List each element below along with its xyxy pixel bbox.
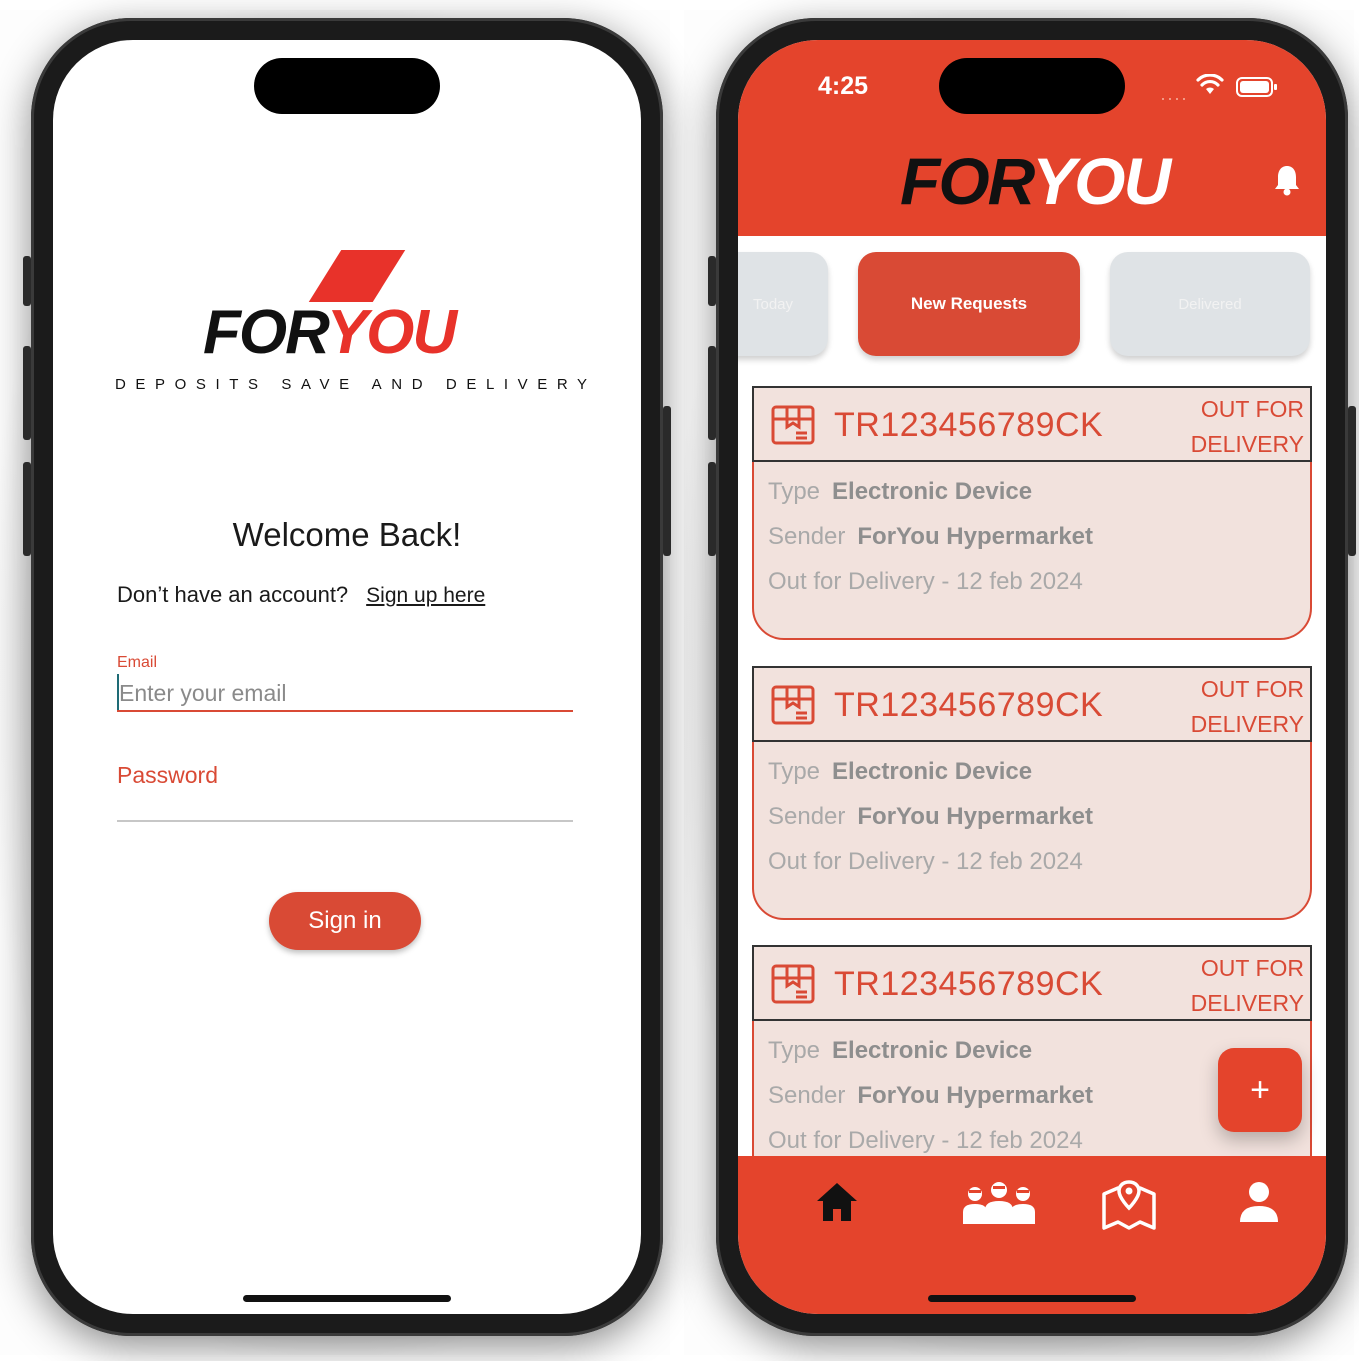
wifi-icon	[1196, 74, 1224, 94]
battery-icon	[1236, 77, 1277, 97]
delivery-date: Out for Delivery - 12 feb 2024	[768, 848, 1083, 875]
logo-wordmark: FORYOU	[203, 302, 457, 364]
bell-icon[interactable]	[1273, 164, 1301, 196]
dashboard-screen: 4:25 ···· FORYOU Today New Requests Deli…	[738, 40, 1326, 1314]
logo-tagline: DEPOSITS SAVE AND DELIVERY	[115, 376, 597, 393]
header-logo-for: FOR	[900, 144, 1034, 218]
shipment-status: OUT FOR DELIVERY	[1191, 672, 1304, 742]
email-input[interactable]	[117, 676, 573, 712]
action-button	[708, 256, 716, 306]
welcome-heading: Welcome Back!	[232, 516, 462, 553]
type-row: Type Electronic Device	[768, 1037, 1032, 1065]
logo-part-you: YOU	[326, 298, 457, 367]
no-account-text: Don’t have an account?	[117, 582, 349, 607]
header-logo-you: YOU	[1032, 144, 1171, 218]
sender-row: Sender ForYou Hypermarket	[768, 523, 1093, 551]
password-label: Password	[117, 762, 218, 788]
volume-up-button	[23, 346, 31, 440]
team-icon[interactable]	[960, 1180, 1038, 1226]
status-line-1: OUT FOR	[1200, 396, 1304, 422]
sender-label: Sender	[768, 523, 846, 550]
phone-dashboard: 4:25 ···· FORYOU Today New Requests Deli…	[708, 18, 1356, 1336]
type-row: Type Electronic Device	[768, 758, 1032, 786]
home-indicator[interactable]	[243, 1295, 451, 1302]
logo-parallelogram-icon	[308, 250, 406, 302]
profile-icon[interactable]	[1238, 1180, 1280, 1224]
status-line-2: DELIVERY	[1190, 711, 1304, 737]
dynamic-island	[939, 58, 1125, 114]
sender-value: ForYou Hypermarket	[857, 803, 1094, 830]
sender-value: ForYou Hypermarket	[857, 523, 1094, 550]
sender-label: Sender	[768, 1082, 846, 1109]
dynamic-island	[254, 58, 440, 114]
logo-part-for: FOR	[203, 298, 329, 367]
power-button	[1348, 406, 1356, 556]
shipment-card-header: TR123456789CK OUT FOR DELIVERY	[752, 666, 1312, 742]
home-indicator[interactable]	[928, 1295, 1136, 1302]
volume-up-button	[708, 346, 716, 440]
status-line-2: DELIVERY	[1190, 431, 1304, 457]
signup-link[interactable]: Sign up here	[366, 584, 485, 607]
app-header: 4:25 ···· FORYOU	[738, 40, 1326, 236]
email-label: Email	[117, 654, 158, 671]
sender-row: Sender ForYou Hypermarket	[768, 1082, 1093, 1110]
status-time: 4:25	[818, 72, 869, 100]
shipment-status: OUT FOR DELIVERY	[1191, 951, 1304, 1021]
add-shipment-button[interactable]: +	[1218, 1048, 1302, 1132]
type-label: Type	[768, 758, 821, 785]
shipment-card-header: TR123456789CK OUT FOR DELIVERY	[752, 945, 1312, 1021]
delivery-date: Out for Delivery - 12 feb 2024	[768, 568, 1083, 595]
type-label: Type	[768, 478, 821, 505]
volume-down-button	[23, 462, 31, 556]
tracking-number: TR123456789CK	[834, 965, 1104, 1003]
shipment-card[interactable]: TR123456789CK OUT FOR DELIVERY Type Electr…	[752, 666, 1312, 920]
sender-row: Sender ForYou Hypermarket	[768, 803, 1093, 831]
type-value: Electronic Device	[832, 478, 1033, 505]
header-logo: FORYOU	[900, 148, 1171, 214]
password-input[interactable]	[117, 792, 573, 822]
tab-today[interactable]: Today	[738, 252, 828, 356]
tab-new-requests[interactable]: New Requests	[858, 252, 1080, 356]
shipment-card-header: TR123456789CK OUT FOR DELIVERY	[752, 386, 1312, 462]
status-line-2: DELIVERY	[1190, 990, 1304, 1016]
type-label: Type	[768, 1037, 821, 1064]
shipment-status: OUT FOR DELIVERY	[1191, 392, 1304, 462]
type-row: Type Electronic Device	[768, 478, 1032, 506]
volume-down-button	[708, 462, 716, 556]
canvas: FORYOU DEPOSITS SAVE AND DELIVERY Welcom…	[0, 0, 1359, 1361]
signin-button[interactable]: Sign in	[269, 892, 421, 950]
status-line-1: OUT FOR	[1200, 676, 1304, 702]
bottom-nav	[738, 1156, 1326, 1314]
tracking-number: TR123456789CK	[834, 406, 1104, 444]
package-icon	[771, 405, 815, 445]
signal-dots-icon: ····	[1160, 88, 1188, 108]
sender-label: Sender	[768, 803, 846, 830]
action-button	[23, 256, 31, 306]
type-value: Electronic Device	[832, 1037, 1033, 1064]
package-icon	[771, 964, 815, 1004]
sender-value: ForYou Hypermarket	[857, 1082, 1094, 1109]
power-button	[663, 406, 671, 556]
login-screen: FORYOU DEPOSITS SAVE AND DELIVERY Welcom…	[53, 40, 641, 1314]
map-icon[interactable]	[1100, 1180, 1158, 1232]
delivery-date: Out for Delivery - 12 feb 2024	[768, 1127, 1083, 1154]
text-caret	[117, 674, 119, 710]
shipment-card[interactable]: TR123456789CK OUT FOR DELIVERY Type Electr…	[752, 386, 1312, 640]
status-line-1: OUT FOR	[1200, 955, 1304, 981]
signup-prompt: Don’t have an account? Sign up here	[117, 582, 485, 608]
home-icon[interactable]	[814, 1180, 860, 1224]
package-icon	[771, 685, 815, 725]
tab-delivered[interactable]: Delivered	[1110, 252, 1310, 356]
tracking-number: TR123456789CK	[834, 686, 1104, 724]
type-value: Electronic Device	[832, 758, 1033, 785]
phone-login: FORYOU DEPOSITS SAVE AND DELIVERY Welcom…	[23, 18, 671, 1336]
